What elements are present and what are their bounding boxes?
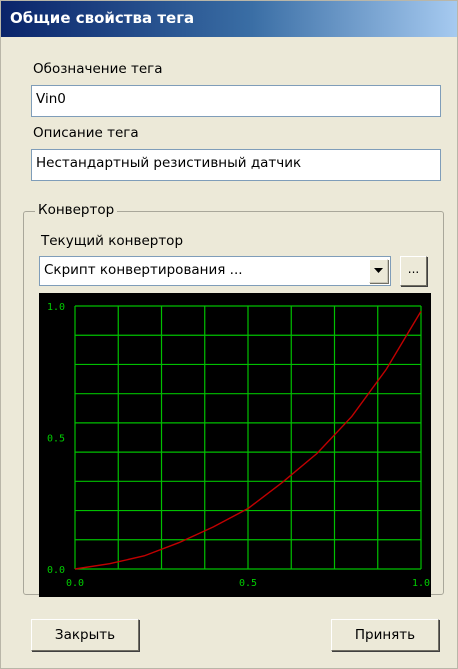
current-converter-label: Текущий конвертор: [41, 233, 184, 249]
designation-label: Обозначение тега: [33, 61, 163, 77]
chevron-down-icon[interactable]: [369, 259, 388, 283]
y-tick-label: 1.0: [47, 302, 65, 313]
y-tick-label: 0.5: [47, 434, 65, 445]
x-tick-label: 0.5: [239, 578, 257, 589]
description-field[interactable]: Нестандартный резистивный датчик: [31, 149, 441, 181]
description-label: Описание тега: [33, 125, 139, 141]
title-bar: Общие свойства тега: [1, 1, 457, 37]
designation-field[interactable]: Vin0: [31, 85, 441, 117]
x-tick-label: 1.0: [412, 578, 430, 589]
x-tick-label: 0.0: [66, 578, 84, 589]
converter-select[interactable]: Скрипт конвертирования ...: [39, 256, 391, 286]
converter-chart: 1.0 0.5 0.0 0.0 0.5 1.0: [39, 293, 431, 597]
accept-button[interactable]: Принять: [331, 619, 439, 651]
converter-select-value: Скрипт конвертирования ...: [44, 262, 243, 278]
y-tick-label: 0.0: [47, 565, 65, 576]
converter-group-label: Конвертор: [35, 202, 118, 218]
tag-properties-window: Общие свойства тега Обозначение тега Vin…: [0, 0, 458, 669]
window-title: Общие свойства тега: [10, 9, 195, 27]
close-button[interactable]: Закрыть: [31, 619, 139, 651]
browse-converter-button[interactable]: ...: [400, 256, 427, 286]
chart-svg: 1.0 0.5 0.00.0 0.5 1.0: [47, 302, 430, 589]
